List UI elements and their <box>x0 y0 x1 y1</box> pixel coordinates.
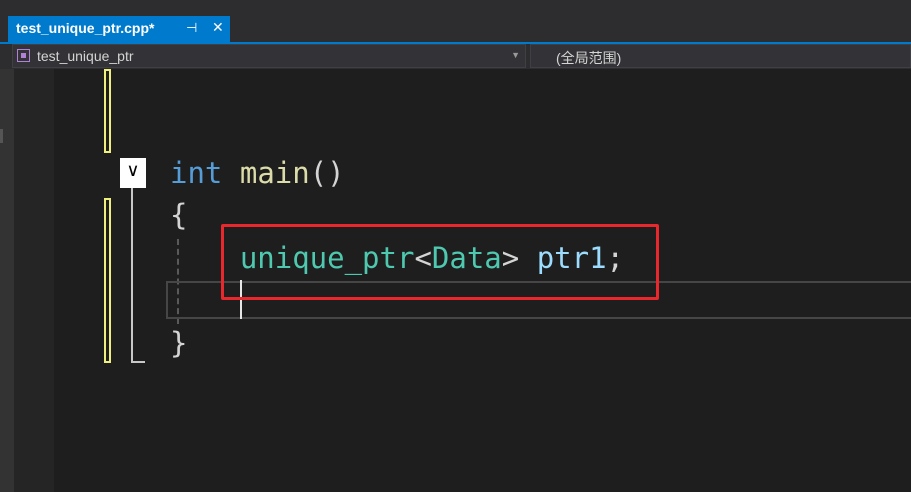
scope-label: (全局范围) <box>556 50 622 66</box>
code-line[interactable]: { <box>170 198 187 232</box>
fold-region-line <box>131 188 133 363</box>
code-line[interactable]: int main() <box>170 156 345 190</box>
change-indicator <box>104 69 111 153</box>
project-dropdown[interactable]: test_unique_ptr ▼ <box>12 44 526 68</box>
close-icon[interactable]: ✕ <box>212 19 224 36</box>
pin-icon[interactable]: ⊣ <box>186 20 197 36</box>
fold-region-end <box>131 361 145 363</box>
function-token: main <box>239 156 310 190</box>
keyword-token: int <box>170 156 223 190</box>
tab-title[interactable]: test_unique_ptr.cpp* <box>16 20 154 36</box>
annotation-highlight-box <box>221 224 659 300</box>
change-indicator <box>104 198 111 363</box>
code-editor[interactable]: int main() { unique_ptr<Data> ptr1; } <box>0 0 624 360</box>
fold-toggle[interactable]: ∨ <box>120 158 146 188</box>
punctuation-token: () <box>309 156 345 190</box>
collapse-icon[interactable]: ∨ <box>120 160 146 181</box>
code-line[interactable]: } <box>170 326 187 360</box>
tab-strip: test_unique_ptr.cpp* ⊣ ✕ <box>0 0 911 42</box>
chevron-down-icon[interactable]: ▼ <box>511 50 520 60</box>
scope-dropdown[interactable]: (全局范围) <box>530 44 911 68</box>
tab-test-unique-ptr[interactable]: test_unique_ptr.cpp* ⊣ ✕ <box>8 16 230 42</box>
navigation-bar: test_unique_ptr ▼ (全局范围) <box>0 44 911 69</box>
project-label: test_unique_ptr <box>37 48 134 64</box>
